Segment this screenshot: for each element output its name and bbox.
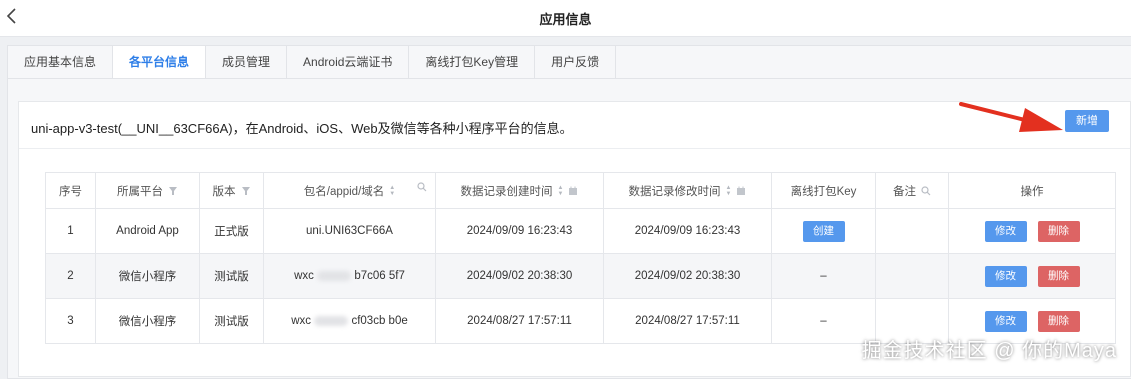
tab-platform-info[interactable]: 各平台信息 xyxy=(113,46,207,79)
package-id-prefix: wxc xyxy=(291,315,312,327)
col-actions: 操作 xyxy=(948,172,1116,209)
cell-index: 3 xyxy=(45,298,96,344)
tab-basic-info[interactable]: 应用基本信息 xyxy=(8,46,114,78)
tab-feedback[interactable]: 用户反馈 xyxy=(535,46,617,78)
col-label: 包名/appid/域名 xyxy=(303,185,385,198)
cell-modified: 2024/09/09 16:23:43 xyxy=(603,208,772,254)
platform-table: 序号 所属平台 版本 包名/appid/域名 ▲ ▼ 数据记录创建时间 ▲ ▼ … xyxy=(45,172,1116,344)
cell-platform: Android App xyxy=(95,208,200,254)
tab-members[interactable]: 成员管理 xyxy=(206,46,288,78)
delete-button[interactable]: 删除 xyxy=(1037,310,1080,332)
cell-version: 测试版 xyxy=(199,253,264,299)
cell-offline-key: 创建 xyxy=(771,208,876,254)
redacted-mark xyxy=(317,270,352,281)
sort-icon[interactable]: ▲ ▼ xyxy=(726,185,732,197)
filter-icon[interactable] xyxy=(168,186,178,196)
table-row: 2 微信小程序 测试版 wxc b7c06 5f7 2024/09/02 20:… xyxy=(45,253,1116,299)
search-icon[interactable] xyxy=(921,185,931,196)
edit-button[interactable]: 修改 xyxy=(984,220,1027,242)
annotation-arrow-icon xyxy=(959,102,1063,132)
cell-created: 2024/09/02 20:38:30 xyxy=(435,253,604,299)
panel-description: uni-app-v3-test(__UNI__63CF66A)，在Android… xyxy=(31,121,573,136)
cell-package: wxc cf03cb b0e xyxy=(263,298,436,344)
col-platform: 所属平台 xyxy=(95,172,200,209)
cell-note xyxy=(875,253,949,299)
tab-divider xyxy=(8,78,1131,79)
sort-icon[interactable]: ▲ ▼ xyxy=(558,185,564,197)
col-label: 版本 xyxy=(212,185,236,198)
col-created: 数据记录创建时间 ▲ ▼ xyxy=(435,172,604,209)
tab-android-cert[interactable]: Android云端证书 xyxy=(287,46,410,78)
cell-created: 2024/08/27 17:57:11 xyxy=(435,298,604,344)
cell-index: 1 xyxy=(45,208,96,254)
package-id-suffix: cf03cb b0e xyxy=(351,315,408,327)
col-note: 备注 xyxy=(875,172,949,209)
col-modified: 数据记录修改时间 ▲ ▼ xyxy=(603,172,772,209)
cell-package: uni.UNI63CF66A xyxy=(263,208,436,254)
package-id-suffix: b7c06 5f7 xyxy=(354,270,405,282)
col-label: 操作 xyxy=(1020,185,1044,198)
table-row: 1 Android App 正式版 uni.UNI63CF66A 2024/09… xyxy=(45,208,1116,254)
cell-actions: 修改 删除 xyxy=(948,208,1116,254)
cell-modified: 2024/08/27 17:57:11 xyxy=(603,298,772,344)
package-id-prefix: wxc xyxy=(294,270,314,282)
edit-button[interactable]: 修改 xyxy=(984,265,1027,287)
search-icon[interactable] xyxy=(417,182,427,192)
delete-button[interactable]: 删除 xyxy=(1037,220,1080,242)
cell-modified: 2024/09/02 20:38:30 xyxy=(603,253,772,299)
top-bar: 应用信息 xyxy=(0,0,1131,37)
watermark: 掘金技术社区 @ 你的Maya xyxy=(861,340,1117,362)
create-key-button[interactable]: 创建 xyxy=(802,220,845,242)
cell-platform: 微信小程序 xyxy=(95,253,200,299)
tab-bar: 应用基本信息 各平台信息 成员管理 Android云端证书 离线打包Key管理 … xyxy=(8,46,617,79)
col-label: 序号 xyxy=(59,185,82,198)
page-title: 应用信息 xyxy=(539,12,592,27)
delete-button[interactable]: 删除 xyxy=(1037,265,1080,287)
col-label: 离线打包Key xyxy=(790,185,857,198)
calendar-icon[interactable] xyxy=(736,186,746,196)
package-id: uni.UNI63CF66A xyxy=(306,225,393,237)
cell-note xyxy=(875,208,949,254)
calendar-icon[interactable] xyxy=(568,186,578,196)
col-label: 数据记录修改时间 xyxy=(628,185,721,198)
add-button[interactable]: 新增 xyxy=(1065,110,1109,132)
cell-package: wxc b7c06 5f7 xyxy=(263,253,436,299)
cell-index: 2 xyxy=(45,253,96,299)
cell-offline-key: – xyxy=(771,298,876,344)
col-label: 所属平台 xyxy=(117,185,163,198)
cell-platform: 微信小程序 xyxy=(95,298,200,344)
col-package: 包名/appid/域名 ▲ ▼ xyxy=(263,172,436,209)
panel-divider xyxy=(19,148,1130,149)
col-label: 数据记录创建时间 xyxy=(460,185,553,198)
cell-version: 测试版 xyxy=(199,298,264,344)
tab-offline-key[interactable]: 离线打包Key管理 xyxy=(409,46,536,78)
redacted-mark xyxy=(314,315,349,326)
edit-button[interactable]: 修改 xyxy=(984,310,1027,332)
col-label: 备注 xyxy=(893,185,916,198)
cell-version: 正式版 xyxy=(199,208,264,254)
col-index: 序号 xyxy=(45,172,96,209)
cell-offline-key: – xyxy=(771,253,876,299)
cell-created: 2024/09/09 16:23:43 xyxy=(435,208,604,254)
filter-icon[interactable] xyxy=(241,186,251,196)
sort-icon[interactable]: ▲ ▼ xyxy=(389,185,395,197)
col-offline-key: 离线打包Key xyxy=(771,172,876,209)
col-version: 版本 xyxy=(199,172,264,209)
cell-actions: 修改 删除 xyxy=(948,253,1116,299)
table-header-row: 序号 所属平台 版本 包名/appid/域名 ▲ ▼ 数据记录创建时间 ▲ ▼ … xyxy=(45,172,1116,209)
